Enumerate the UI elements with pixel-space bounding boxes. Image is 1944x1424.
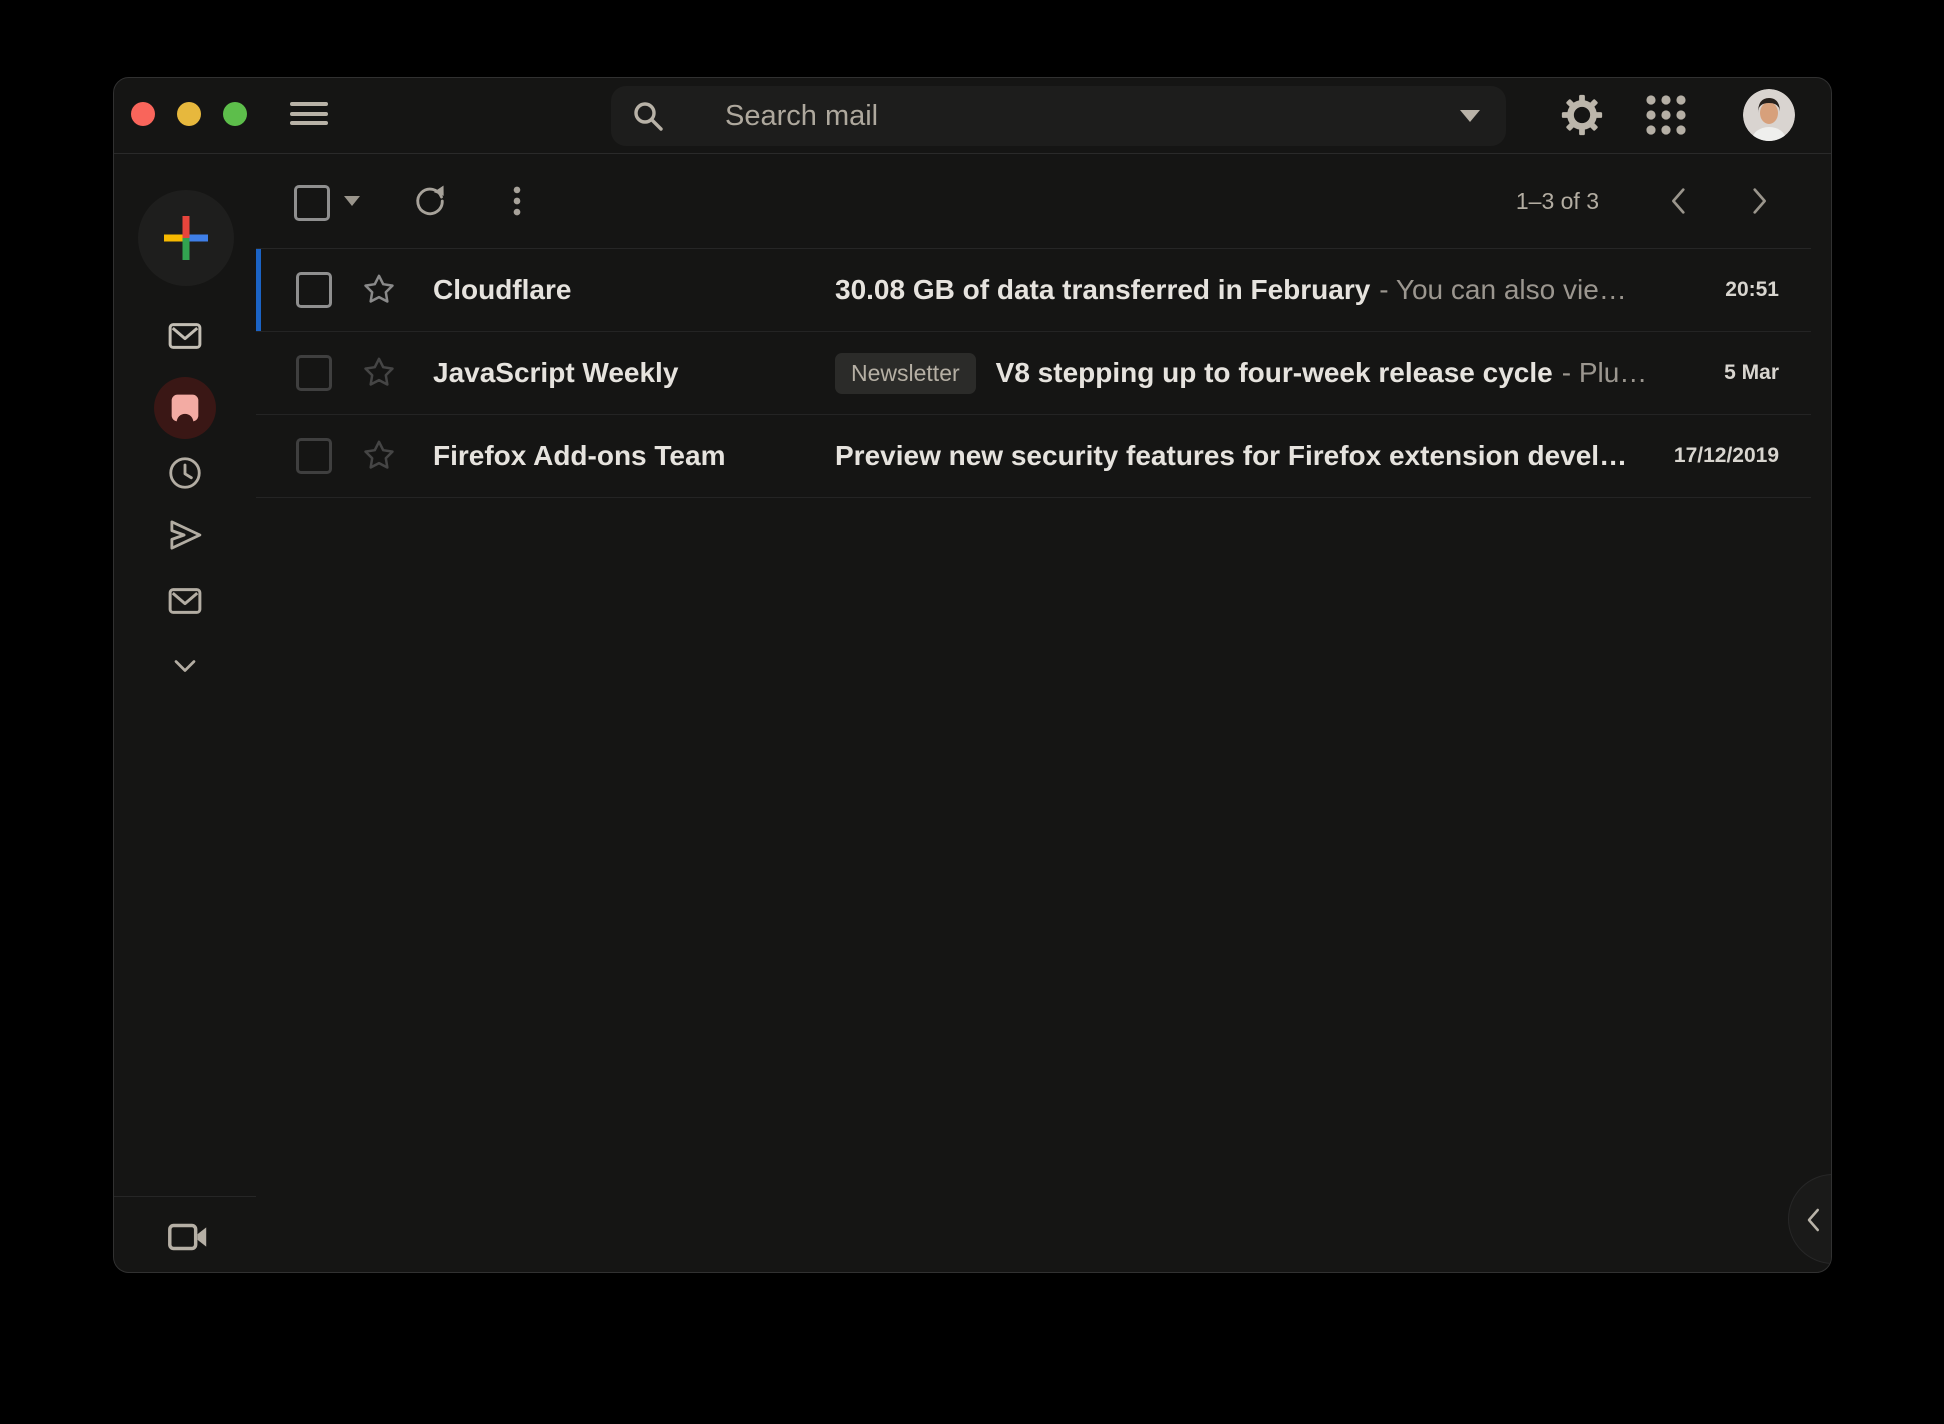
google-apps-button[interactable] <box>1645 94 1687 136</box>
email-sender: Cloudflare <box>433 274 835 306</box>
show-side-panel-button[interactable] <box>1788 1174 1832 1264</box>
vertical-dots-icon <box>498 182 536 220</box>
envelope-icon[interactable] <box>164 315 206 357</box>
email-row[interactable]: Firefox Add-ons Team Preview new securit… <box>256 415 1811 498</box>
more-options-button[interactable] <box>498 182 536 220</box>
older-page-button[interactable] <box>1742 184 1776 218</box>
email-row[interactable]: JavaScript Weekly Newsletter V8 stepping… <box>256 332 1811 415</box>
email-sender: JavaScript Weekly <box>433 357 835 389</box>
compose-button[interactable] <box>138 190 234 286</box>
refresh-button[interactable] <box>411 182 449 220</box>
chevron-left-icon <box>1799 1205 1829 1235</box>
email-checkbox[interactable] <box>296 438 332 474</box>
email-label-badge: Newsletter <box>835 353 976 394</box>
gear-icon <box>1559 92 1605 138</box>
sidebar-divider <box>114 1196 256 1197</box>
inbox-tray-icon <box>165 388 205 428</box>
search-options-caret-icon[interactable] <box>1460 110 1480 122</box>
email-snippet: - You can also vie… <box>1379 274 1627 306</box>
chevron-down-icon[interactable] <box>167 648 203 684</box>
star-icon[interactable] <box>359 353 399 393</box>
email-subject: 30.08 GB of data transferred in February <box>835 274 1370 306</box>
sidebar-item-inbox-selected[interactable] <box>154 377 216 439</box>
email-subject-area: 30.08 GB of data transferred in February… <box>835 274 1725 306</box>
refresh-icon <box>411 182 449 220</box>
search-input[interactable] <box>723 99 1448 134</box>
zoom-window-button[interactable] <box>223 102 247 126</box>
search-bar <box>611 86 1506 146</box>
email-checkbox[interactable] <box>296 355 332 391</box>
account-avatar[interactable] <box>1743 89 1795 141</box>
email-list: Cloudflare 30.08 GB of data transferred … <box>256 248 1811 498</box>
email-subject-area: Preview new security features for Firefo… <box>835 440 1674 472</box>
list-toolbar: 1–3 of 3 <box>256 154 1831 248</box>
close-window-button[interactable] <box>131 102 155 126</box>
pagination-label: 1–3 of 3 <box>1516 154 1599 248</box>
video-camera-icon[interactable] <box>165 1214 211 1260</box>
select-all-checkbox[interactable] <box>294 185 330 221</box>
email-time: 5 Mar <box>1724 361 1779 385</box>
envelope-icon[interactable] <box>164 580 206 622</box>
chevron-right-icon <box>1742 184 1776 218</box>
star-icon[interactable] <box>359 436 399 476</box>
star-icon[interactable] <box>359 270 399 310</box>
chevron-left-icon <box>1662 184 1696 218</box>
email-time: 20:51 <box>1725 278 1779 302</box>
minimize-window-button[interactable] <box>177 102 201 126</box>
paper-plane-icon[interactable] <box>164 514 206 556</box>
select-options-caret-icon[interactable] <box>344 196 360 206</box>
sidebar <box>114 154 256 1272</box>
email-time: 17/12/2019 <box>1674 444 1779 468</box>
gmail-window: 1–3 of 3 Cloudflare 30.08 GB of data tra… <box>113 77 1832 1273</box>
settings-button[interactable] <box>1559 92 1605 138</box>
email-subject-area: Newsletter V8 stepping up to four-week r… <box>835 353 1724 394</box>
email-subject: V8 stepping up to four-week release cycl… <box>996 357 1553 389</box>
selected-row-accent <box>256 249 261 331</box>
newer-page-button[interactable] <box>1662 184 1696 218</box>
email-sender: Firefox Add-ons Team <box>433 440 835 472</box>
email-checkbox[interactable] <box>296 272 332 308</box>
window-controls <box>131 102 247 126</box>
email-snippet: - Plu… <box>1562 357 1648 389</box>
compose-plus-icon <box>162 214 210 262</box>
top-bar <box>114 78 1831 153</box>
search-icon <box>631 99 665 133</box>
hamburger-menu-icon[interactable] <box>290 102 328 131</box>
email-row[interactable]: Cloudflare 30.08 GB of data transferred … <box>256 248 1811 332</box>
email-subject: Preview new security features for Firefo… <box>835 440 1627 472</box>
apps-grid-icon <box>1645 94 1687 136</box>
clock-icon[interactable] <box>166 454 204 492</box>
